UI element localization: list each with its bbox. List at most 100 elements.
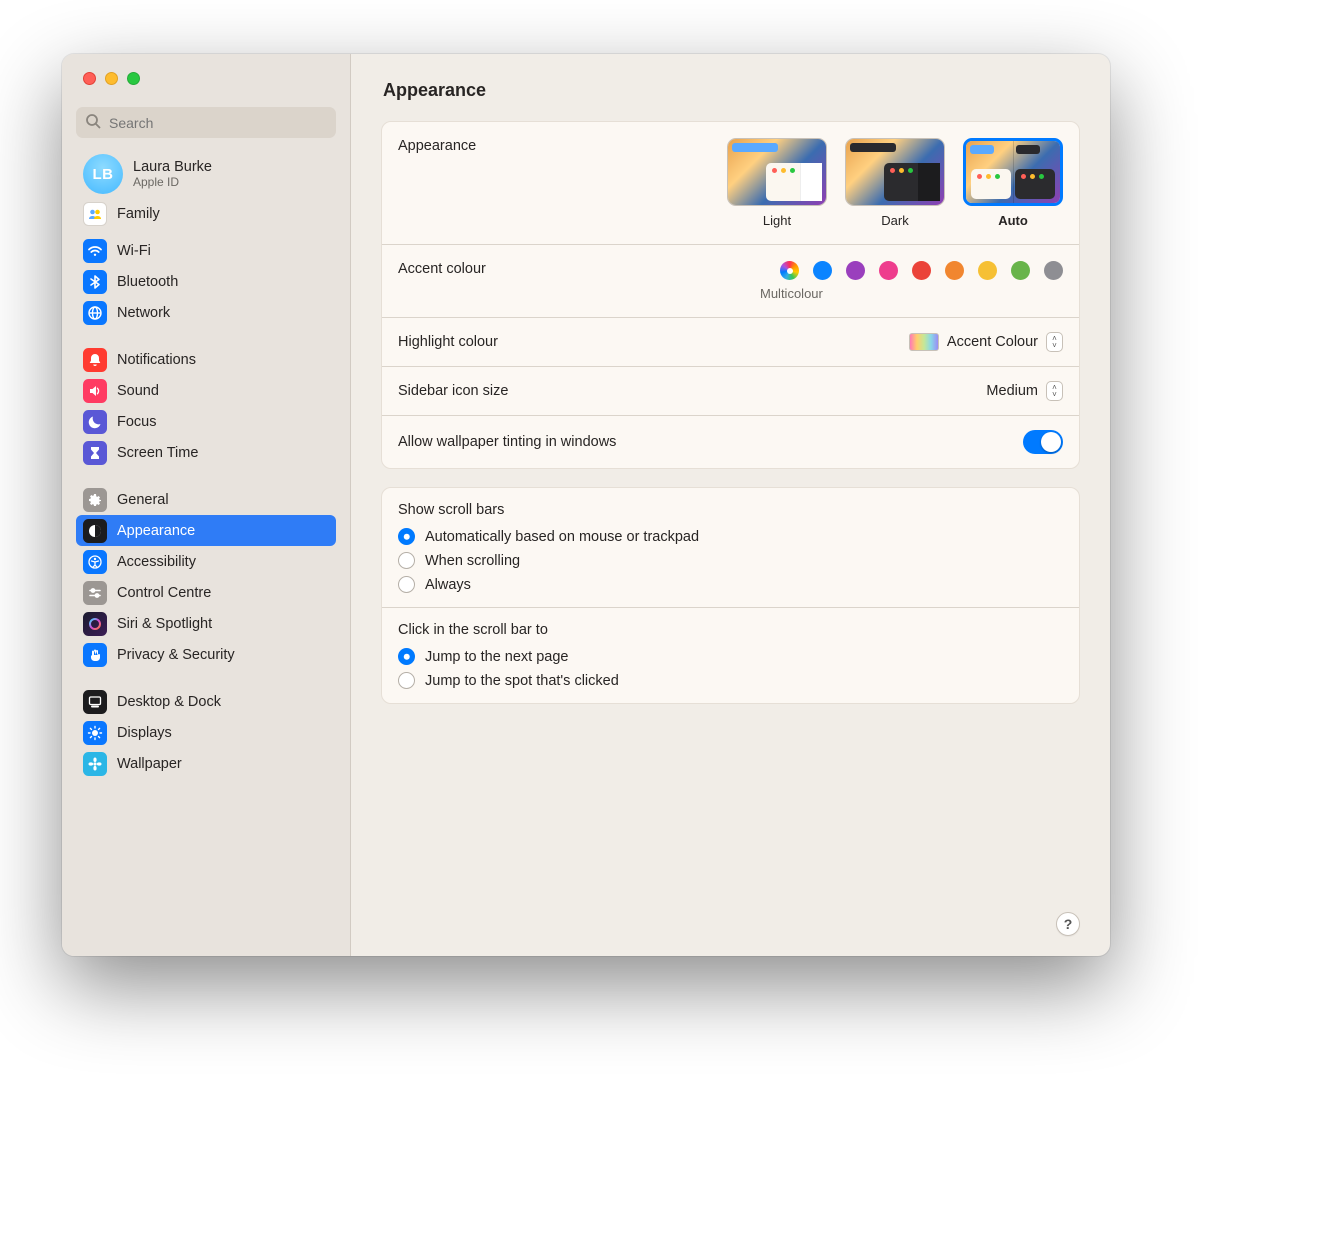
accent-swatch-purple[interactable]	[846, 261, 865, 280]
highlight-colour-row: Highlight colour Accent Colour ˄˅	[382, 317, 1079, 366]
sidebar-item-label: General	[117, 492, 169, 508]
highlight-label: Highlight colour	[398, 334, 498, 350]
accent-swatch-multicolour[interactable]	[780, 261, 799, 280]
scrollbars-option-always[interactable]: Always	[398, 576, 1063, 593]
radio-icon	[398, 528, 415, 545]
sidebar-item-focus[interactable]: Focus	[76, 406, 336, 437]
sliders-icon	[83, 581, 107, 605]
radio-label: Automatically based on mouse or trackpad	[425, 529, 699, 545]
settings-window: LB Laura Burke Apple ID Family Wi-Fi	[62, 54, 1110, 956]
sidebar-item-privacy-security[interactable]: Privacy & Security	[76, 639, 336, 670]
sidebar-item-accessibility[interactable]: Accessibility	[76, 546, 336, 577]
accent-swatch-pink[interactable]	[879, 261, 898, 280]
sidebar-size-select[interactable]: Medium ˄˅	[986, 381, 1063, 401]
accent-swatch-blue[interactable]	[813, 261, 832, 280]
fullscreen-window-button[interactable]	[127, 72, 140, 85]
sun-icon	[83, 721, 107, 745]
appearance-option-light[interactable]: Light	[727, 138, 827, 228]
sidebar-item-notifications[interactable]: Notifications	[76, 344, 336, 375]
search-input[interactable]	[107, 114, 327, 132]
sidebar-item-siri-spotlight[interactable]: Siri & Spotlight	[76, 608, 336, 639]
scrollclick-title: Click in the scroll bar to	[398, 622, 1063, 638]
bell-icon	[83, 348, 107, 372]
sidebar-item-general[interactable]: General	[76, 484, 336, 515]
sidebar-item-displays[interactable]: Displays	[76, 717, 336, 748]
network-icon	[83, 301, 107, 325]
radio-label: Jump to the spot that's clicked	[425, 673, 619, 689]
sidebar-item-desktop-dock[interactable]: Desktop & Dock	[76, 686, 336, 717]
sidebar-item-wifi[interactable]: Wi-Fi	[76, 235, 336, 266]
radio-label: Always	[425, 577, 471, 593]
search-field[interactable]	[76, 107, 336, 138]
sidebar-item-label: Appearance	[117, 523, 195, 539]
page-title: Appearance	[383, 80, 1080, 101]
chevron-up-down-icon: ˄˅	[1046, 332, 1063, 352]
radio-icon	[398, 576, 415, 593]
accent-swatch-graphite[interactable]	[1044, 261, 1063, 280]
wifi-icon	[83, 239, 107, 263]
main-content: Appearance Appearance	[351, 54, 1110, 956]
siri-icon	[83, 612, 107, 636]
sidebar-item-network[interactable]: Network	[76, 297, 336, 328]
accent-swatch-orange[interactable]	[945, 261, 964, 280]
sidebar-item-label: Privacy & Security	[117, 647, 235, 663]
sidebar-item-apple-id[interactable]: LB Laura Burke Apple ID	[76, 150, 336, 198]
appearance-icon	[83, 519, 107, 543]
sidebar-size-value: Medium	[986, 383, 1038, 399]
gradient-chip-icon	[909, 333, 939, 351]
sidebar-item-bluetooth[interactable]: Bluetooth	[76, 266, 336, 297]
sidebar-item-label: Wi-Fi	[117, 243, 151, 259]
sidebar-item-sound[interactable]: Sound	[76, 375, 336, 406]
sidebar-item-family[interactable]: Family	[76, 198, 336, 229]
accent-swatches	[780, 261, 1063, 280]
moon-icon	[83, 410, 107, 434]
appearance-option-label: Auto	[998, 213, 1028, 228]
help-button[interactable]: ?	[1056, 912, 1080, 936]
sidebar-item-label: Siri & Spotlight	[117, 616, 212, 632]
sound-icon	[83, 379, 107, 403]
highlight-colour-select[interactable]: Accent Colour ˄˅	[909, 332, 1063, 352]
tinting-label: Allow wallpaper tinting in windows	[398, 434, 616, 450]
scrollbars-option-auto[interactable]: Automatically based on mouse or trackpad	[398, 528, 1063, 545]
sidebar-item-label: Desktop & Dock	[117, 694, 221, 710]
accent-selected-label: Multicolour	[760, 286, 823, 301]
accent-swatch-red[interactable]	[912, 261, 931, 280]
wallpaper-tinting-toggle[interactable]	[1023, 430, 1063, 454]
sidebar-item-label: Network	[117, 305, 170, 321]
sidebar-item-control-centre[interactable]: Control Centre	[76, 577, 336, 608]
hourglass-icon	[83, 441, 107, 465]
radio-icon	[398, 552, 415, 569]
dock-icon	[83, 690, 107, 714]
sidebar-icon-size-row: Sidebar icon size Medium ˄˅	[382, 366, 1079, 415]
flower-icon	[83, 752, 107, 776]
sidebar-item-wallpaper[interactable]: Wallpaper	[76, 748, 336, 779]
sidebar-item-label: Wallpaper	[117, 756, 182, 772]
sidebar: LB Laura Burke Apple ID Family Wi-Fi	[62, 54, 351, 956]
highlight-value: Accent Colour	[947, 334, 1038, 350]
appearance-option-auto[interactable]: Auto	[963, 138, 1063, 228]
wallpaper-tinting-row: Allow wallpaper tinting in windows	[382, 415, 1079, 468]
accent-colour-row: Accent colour Multicolour	[382, 244, 1079, 317]
show-scrollbars-group: Show scroll bars Automatically based on …	[382, 488, 1079, 607]
gear-icon	[83, 488, 107, 512]
accessibility-icon	[83, 550, 107, 574]
accent-swatch-green[interactable]	[1011, 261, 1030, 280]
appearance-option-dark[interactable]: Dark	[845, 138, 945, 228]
scrollclick-group: Click in the scroll bar to Jump to the n…	[382, 607, 1079, 703]
scrollclick-option-jump-to-spot[interactable]: Jump to the spot that's clicked	[398, 672, 1063, 689]
scrollbars-option-when-scrolling[interactable]: When scrolling	[398, 552, 1063, 569]
hand-icon	[83, 643, 107, 667]
close-window-button[interactable]	[83, 72, 96, 85]
radio-label: Jump to the next page	[425, 649, 569, 665]
appearance-option-label: Light	[763, 213, 791, 228]
scrollclick-option-next-page[interactable]: Jump to the next page	[398, 648, 1063, 665]
minimize-window-button[interactable]	[105, 72, 118, 85]
accent-swatch-yellow[interactable]	[978, 261, 997, 280]
avatar: LB	[83, 154, 123, 194]
sidebar-size-label: Sidebar icon size	[398, 383, 508, 399]
sidebar-item-label: Sound	[117, 383, 159, 399]
window-controls	[62, 54, 350, 85]
sidebar-item-label: Notifications	[117, 352, 196, 368]
sidebar-item-screen-time[interactable]: Screen Time	[76, 437, 336, 468]
sidebar-item-appearance[interactable]: Appearance	[76, 515, 336, 546]
